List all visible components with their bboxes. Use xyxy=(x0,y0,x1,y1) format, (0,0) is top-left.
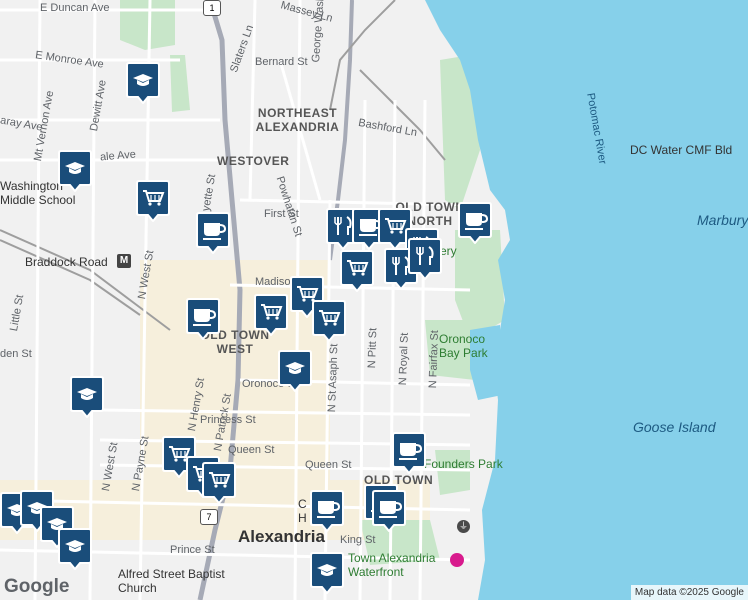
museum-icon xyxy=(450,553,464,567)
school-marker[interactable] xyxy=(58,528,92,570)
shopping-marker[interactable] xyxy=(202,462,236,504)
shopping-marker[interactable] xyxy=(254,294,288,336)
island-label: Goose Island xyxy=(633,419,716,435)
cafe-marker[interactable] xyxy=(458,202,492,244)
park-label: ery xyxy=(440,244,457,258)
google-logo: Google xyxy=(4,576,70,597)
school-marker[interactable] xyxy=(58,150,92,192)
street-label: N Royal St xyxy=(397,332,411,386)
street-label: Prince St xyxy=(170,544,215,556)
waterfront-label: Town Alexandria Waterfront xyxy=(348,551,436,579)
restaurant-marker[interactable] xyxy=(408,238,442,280)
neighborhood-label: WESTOVER xyxy=(217,154,290,168)
street-label: E Duncan Ave xyxy=(40,2,110,14)
school-marker[interactable] xyxy=(126,62,160,104)
map-attribution[interactable]: Map data ©2025 Google xyxy=(630,585,748,600)
street-label: Bernard St xyxy=(255,56,308,68)
cafe-marker[interactable] xyxy=(372,490,406,532)
cafe-marker[interactable] xyxy=(310,490,344,532)
church-label: Alfred Street Baptist Church xyxy=(118,567,225,595)
street-label: Queen St xyxy=(228,444,275,456)
school-marker[interactable] xyxy=(310,552,344,594)
park-label: Oronoco Bay Park xyxy=(439,332,488,360)
route-7-shield: 7 xyxy=(200,509,218,525)
street-label: Queen St xyxy=(305,459,352,471)
school-marker[interactable] xyxy=(278,350,312,392)
place-label: Marbury Po xyxy=(697,212,748,228)
shopping-marker[interactable] xyxy=(340,250,374,292)
street-label: N St Asaph St xyxy=(326,343,341,413)
cafe-marker[interactable] xyxy=(186,298,220,340)
transit-icon: ⏚ xyxy=(457,520,470,533)
cafe-marker[interactable] xyxy=(392,432,426,474)
shopping-marker[interactable] xyxy=(312,300,346,342)
park-label: Founders Park xyxy=(424,457,503,471)
metro-icon: M xyxy=(117,254,131,268)
street-label: den St xyxy=(0,348,32,360)
facility-label: DC Water CMF Bld xyxy=(630,143,733,157)
shopping-marker[interactable] xyxy=(136,180,170,222)
school-marker[interactable] xyxy=(70,376,104,418)
cafe-marker[interactable] xyxy=(196,212,230,254)
neighborhood-label: NORTHEAST ALEXANDRIA xyxy=(255,106,340,134)
station-label: Braddock Road xyxy=(25,255,108,269)
street-label: N Pitt St xyxy=(366,327,380,369)
route-1-shield: 1 xyxy=(203,0,221,16)
street-label: Princess St xyxy=(200,414,256,426)
street-label: King St xyxy=(340,534,376,546)
